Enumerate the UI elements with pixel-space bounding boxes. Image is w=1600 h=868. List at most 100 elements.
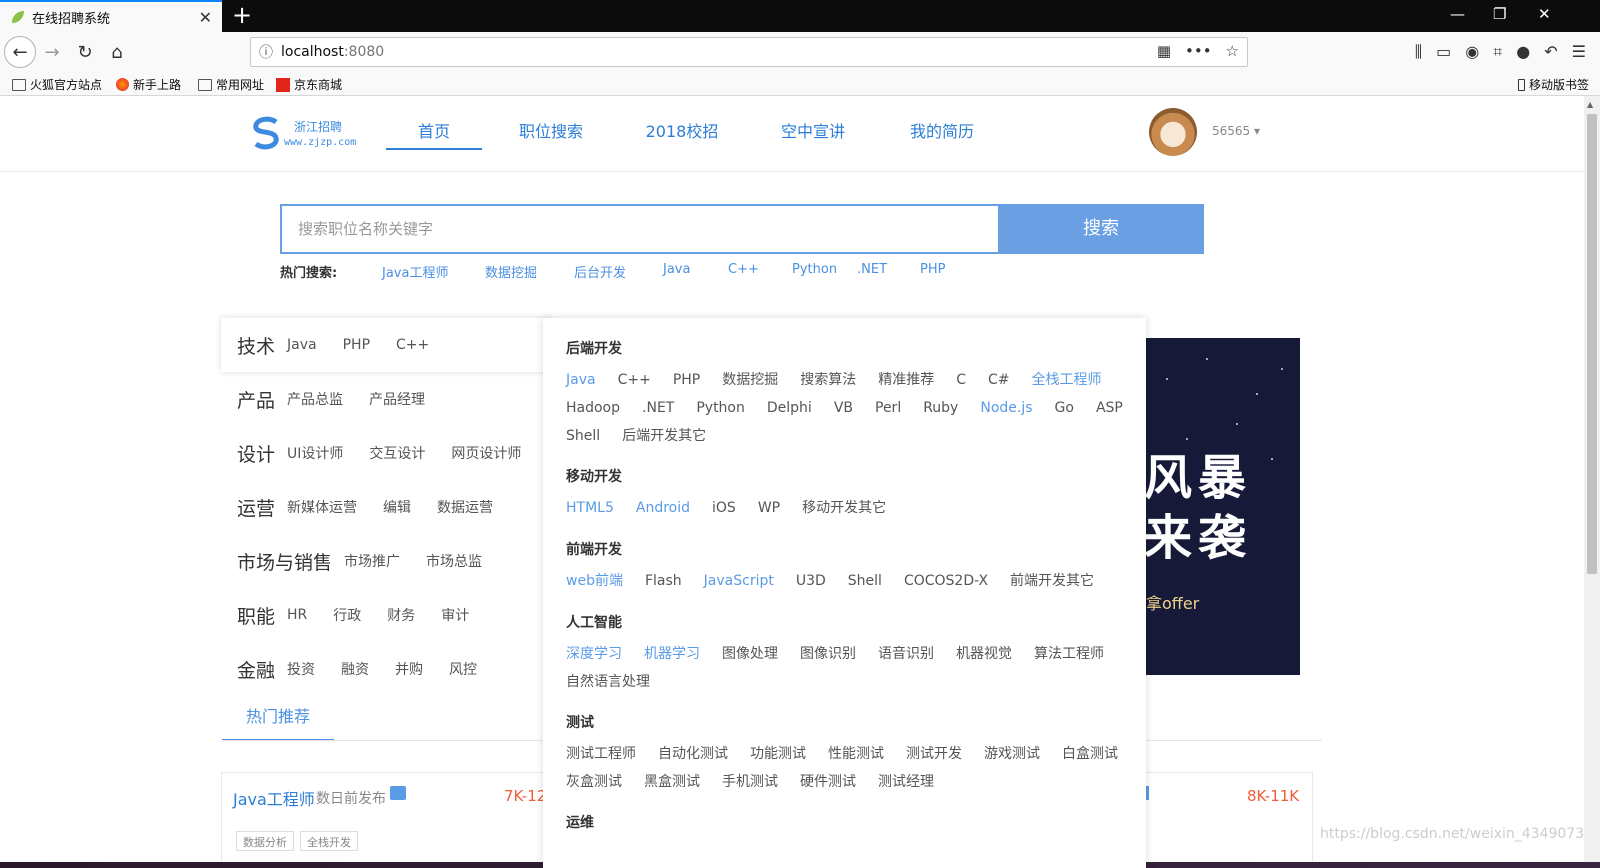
category-title[interactable]: 设计 [237, 440, 275, 467]
dropdown-item[interactable]: .NET [642, 398, 674, 426]
sidebar-icon[interactable]: ▭ [1436, 42, 1451, 62]
dropdown-item[interactable]: Perl [875, 398, 901, 426]
dropdown-item[interactable]: Shell [566, 426, 600, 454]
nav-campus[interactable]: 2018校招 [620, 118, 744, 150]
dropdown-item[interactable]: 灰盒测试 [566, 772, 622, 800]
hot-search-item[interactable]: 后台开发 [574, 262, 626, 281]
dropdown-item[interactable]: 移动开发其它 [802, 498, 886, 526]
bookmark-item[interactable]: 新手上路 [116, 76, 181, 93]
dropdown-item[interactable]: 机器视觉 [956, 644, 1012, 672]
bookmark-item[interactable]: 常用网址 [198, 76, 264, 93]
restore-icon[interactable]: ❐ [1493, 5, 1506, 23]
category-item[interactable]: PHP [343, 337, 370, 353]
category-title[interactable]: 产品 [237, 386, 275, 413]
hot-search-item[interactable]: Python [792, 262, 837, 277]
dropdown-item[interactable]: 深度学习 [566, 644, 622, 672]
dropdown-item[interactable]: 手机测试 [722, 772, 778, 800]
dropdown-item[interactable]: JavaScript [704, 571, 774, 599]
dropdown-item[interactable]: Node.js [980, 398, 1032, 426]
category-row[interactable]: 技术 Java PHP C++ [221, 318, 551, 372]
search-button[interactable]: 搜索 [998, 204, 1204, 254]
user-menu[interactable]: 56565 ▾ [1212, 124, 1260, 138]
scroll-thumb[interactable] [1587, 114, 1597, 574]
category-item[interactable]: 审计 [441, 605, 469, 625]
dropdown-item[interactable]: 自动化测试 [658, 744, 728, 772]
dropdown-item[interactable]: U3D [796, 571, 826, 599]
reload-icon[interactable]: ↻ [73, 40, 97, 64]
dropdown-item[interactable]: web前端 [566, 571, 623, 599]
library-icon[interactable]: ⫼ [1415, 42, 1422, 62]
dropdown-item[interactable]: 功能测试 [750, 744, 806, 772]
dropdown-item[interactable]: Hadoop [566, 398, 620, 426]
forward-arrow-icon[interactable]: → [40, 40, 64, 64]
browser-tab[interactable]: 在线招聘系统 ✕ [0, 0, 222, 32]
hot-search-item[interactable]: Java [663, 262, 690, 277]
dropdown-item[interactable]: 游戏测试 [984, 744, 1040, 772]
category-item[interactable]: 财务 [387, 605, 415, 625]
dropdown-item[interactable]: VB [834, 398, 853, 426]
chat-icon[interactable] [390, 786, 406, 800]
mobile-bookmarks[interactable]: 移动版书签 [1518, 76, 1589, 93]
dropdown-item[interactable]: 测试经理 [878, 772, 934, 800]
dropdown-item[interactable]: 语音识别 [878, 644, 934, 672]
category-item[interactable]: C++ [396, 337, 429, 353]
account-icon[interactable]: ◉ [1465, 42, 1479, 62]
category-row[interactable]: 金融 投资 融资 并购 风控 [221, 642, 551, 696]
dropdown-item[interactable]: 前端开发其它 [1010, 571, 1094, 599]
dropdown-item[interactable]: iOS [712, 498, 736, 526]
url-bar[interactable]: ⓘ localhost:8080 ▦ ••• ☆ [250, 37, 1248, 67]
category-item[interactable]: Java [287, 337, 317, 353]
category-row[interactable]: 设计 UI设计师 交互设计 网页设计师 [221, 426, 551, 480]
category-item[interactable]: 网页设计师 [451, 443, 521, 463]
nav-air-talk[interactable]: 空中宣讲 [744, 118, 882, 150]
close-window-icon[interactable]: ✕ [1538, 5, 1551, 23]
category-row[interactable]: 运营 新媒体运营 编辑 数据运营 [221, 480, 551, 534]
dropdown-item[interactable]: Android [636, 498, 690, 526]
dropdown-item[interactable]: C [956, 370, 966, 398]
banner-image[interactable]: 风暴 来袭 拿offer [1146, 338, 1300, 675]
category-item[interactable]: 编辑 [383, 497, 411, 517]
category-item[interactable]: 新媒体运营 [287, 497, 357, 517]
dropdown-item[interactable]: 机器学习 [644, 644, 700, 672]
category-title[interactable]: 金融 [237, 656, 275, 683]
category-item[interactable]: 市场总监 [426, 551, 482, 571]
nav-job-search[interactable]: 职位搜索 [482, 118, 620, 150]
dropdown-item[interactable]: 搜索算法 [800, 370, 856, 398]
nav-home[interactable]: 首页 [386, 118, 482, 150]
dropdown-item[interactable]: Shell [848, 571, 882, 599]
category-title[interactable]: 市场与销售 [237, 548, 332, 575]
category-item[interactable]: 交互设计 [369, 443, 425, 463]
category-title[interactable]: 运营 [237, 494, 275, 521]
category-item[interactable]: 数据运营 [437, 497, 493, 517]
dropdown-item[interactable]: WP [758, 498, 780, 526]
category-row[interactable]: 市场与销售 市场推广 市场总监 [221, 534, 551, 588]
scroll-up-icon[interactable]: ▲ [1587, 100, 1593, 109]
dropdown-item[interactable]: PHP [673, 370, 700, 398]
dropdown-item[interactable]: 数据挖掘 [722, 370, 778, 398]
category-title[interactable]: 技术 [237, 332, 275, 359]
dropdown-item[interactable]: 硬件测试 [800, 772, 856, 800]
bookmark-star-icon[interactable]: ☆ [1226, 42, 1239, 60]
minimize-icon[interactable]: — [1450, 5, 1465, 23]
category-item[interactable]: 市场推广 [344, 551, 400, 571]
hot-search-item[interactable]: 数据挖掘 [485, 262, 537, 281]
category-row[interactable]: 产品 产品总监 产品经理 [221, 372, 551, 426]
dropdown-item[interactable]: Python [696, 398, 745, 426]
search-input[interactable]: 搜索职位名称关键字 [280, 204, 998, 254]
category-item[interactable]: 风控 [449, 659, 477, 679]
category-item[interactable]: 融资 [341, 659, 369, 679]
dropdown-item[interactable]: Delphi [767, 398, 812, 426]
undo-icon[interactable]: ↶ [1544, 42, 1557, 62]
category-row[interactable]: 职能 HR 行政 财务 审计 [221, 588, 551, 642]
category-item[interactable]: HR [287, 607, 307, 623]
avatar[interactable] [1149, 108, 1197, 156]
info-icon[interactable]: ⓘ [251, 42, 281, 62]
back-arrow-icon[interactable]: ← [4, 36, 36, 68]
more-actions-icon[interactable]: ••• [1185, 42, 1212, 60]
screenshot-icon[interactable]: ⌗ [1493, 42, 1502, 62]
bookmark-item[interactable]: 京东商城 [276, 76, 342, 93]
qr-code-icon[interactable]: ▦ [1157, 42, 1171, 60]
hot-search-item[interactable]: Java工程师 [382, 262, 448, 281]
dropdown-item[interactable]: 白盒测试 [1062, 744, 1118, 772]
chat-icon[interactable]: ● [1516, 42, 1530, 62]
